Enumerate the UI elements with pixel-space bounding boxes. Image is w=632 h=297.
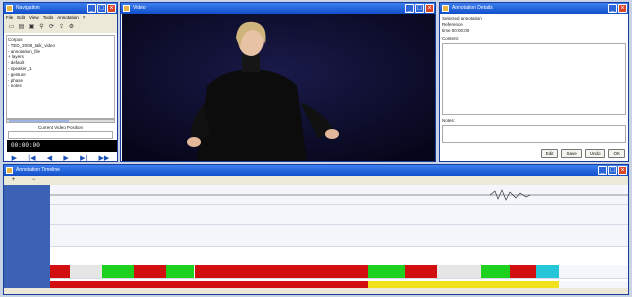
video-titlebar[interactable]: Video _ □ × xyxy=(121,3,435,14)
annotation-segment[interactable] xyxy=(509,265,536,278)
zoom-in-icon[interactable]: + xyxy=(10,177,17,184)
field-value[interactable] xyxy=(8,131,113,139)
annotation-segment[interactable] xyxy=(70,265,102,278)
new-icon[interactable]: ▭ xyxy=(8,24,15,31)
edit-button[interactable]: Edit xyxy=(540,149,559,158)
app-icon xyxy=(6,167,13,174)
step-back-icon[interactable]: ◀ xyxy=(47,154,52,161)
details-titlebar[interactable]: Annotation Details _ × xyxy=(440,3,628,14)
save-button[interactable]: Save xyxy=(561,149,582,158)
video-title: Video xyxy=(133,5,146,11)
app-icon xyxy=(123,5,130,12)
app-icon xyxy=(442,5,449,12)
empty-row[interactable] xyxy=(50,225,628,247)
timeline-window: Annotation Timeline _ □ × + − xyxy=(3,164,629,295)
empty-row[interactable] xyxy=(50,205,628,225)
annotation-segment[interactable] xyxy=(194,265,368,278)
speaker-figure xyxy=(122,14,435,161)
annotation-segment[interactable] xyxy=(480,265,510,278)
annotation-segment[interactable] xyxy=(535,265,559,278)
next-icon[interactable]: ▶| xyxy=(80,154,87,161)
row-label xyxy=(4,205,50,225)
play-icon[interactable]: ▶ xyxy=(12,154,17,161)
row-label xyxy=(4,225,50,247)
ok-button[interactable]: OK xyxy=(608,149,625,158)
minimize-button[interactable]: _ xyxy=(405,4,414,13)
annotation-segment[interactable] xyxy=(102,265,134,278)
annotation-track-1[interactable] xyxy=(50,265,628,279)
menubar: File Edit View Tools Annotation ? xyxy=(4,14,117,22)
menu-item[interactable]: View xyxy=(29,14,39,22)
step-forward-icon[interactable]: ▶ xyxy=(63,154,68,161)
scrollbar-thumb[interactable] xyxy=(9,120,69,122)
menu-item[interactable]: Annotation xyxy=(57,14,79,22)
timecode: 00:00:00 xyxy=(11,142,40,149)
maximize-button[interactable]: □ xyxy=(97,4,106,13)
search-icon[interactable]: ⚲ xyxy=(38,24,45,31)
undo-button[interactable]: Undo xyxy=(584,149,606,158)
timeline-statusbar xyxy=(4,288,628,294)
annotation-segment[interactable] xyxy=(437,265,481,278)
notes-label: Notes: xyxy=(442,118,456,123)
notes-textarea[interactable] xyxy=(442,125,626,143)
annotation-segment[interactable] xyxy=(50,281,368,288)
button-row: Edit Save Undo OK xyxy=(540,149,625,158)
timeline-titlebar[interactable]: Annotation Timeline _ □ × xyxy=(4,165,628,176)
content-label: Content: xyxy=(442,36,460,41)
app-icon xyxy=(6,5,13,12)
video-frame[interactable] xyxy=(122,14,435,161)
transport-controls: ▶ |◀ ◀ ▶ ▶| ▶▶ xyxy=(6,153,115,161)
row-label xyxy=(4,185,50,205)
menu-item[interactable]: Edit xyxy=(17,14,25,22)
close-button[interactable]: × xyxy=(618,166,627,175)
timeline-toolbar: + − xyxy=(4,176,628,185)
prev-icon[interactable]: |◀ xyxy=(28,154,35,161)
timeline-title: Annotation Timeline xyxy=(16,167,60,173)
maximize-button[interactable]: □ xyxy=(608,166,617,175)
refresh-icon[interactable]: ⟳ xyxy=(48,24,55,31)
minimize-button[interactable]: _ xyxy=(608,4,617,13)
annotation-segment[interactable] xyxy=(133,265,166,278)
minimize-button[interactable]: _ xyxy=(87,4,96,13)
tree-item[interactable]: - notes xyxy=(8,83,113,89)
upload-icon[interactable]: ⇪ xyxy=(58,24,65,31)
navigation-titlebar[interactable]: Navigation _ □ × xyxy=(4,3,117,14)
details-title: Annotation Details xyxy=(452,5,493,11)
navigation-window: Navigation _ □ × File Edit View Tools An… xyxy=(3,2,118,162)
settings-icon[interactable]: ⚙ xyxy=(68,24,75,31)
timecode-display: 00:00:00 xyxy=(7,140,117,152)
menu-item[interactable]: Tools xyxy=(43,14,54,22)
close-button[interactable]: × xyxy=(425,4,434,13)
timeline-tracks xyxy=(4,185,628,292)
maximize-button[interactable]: □ xyxy=(415,4,424,13)
end-icon[interactable]: ▶▶ xyxy=(99,154,110,161)
annotation-segment[interactable] xyxy=(405,265,438,278)
annotation-segment[interactable] xyxy=(165,265,195,278)
details-header: Selected annotation Reference time 00:00… xyxy=(442,16,626,34)
close-button[interactable]: × xyxy=(107,4,116,13)
content-textarea[interactable] xyxy=(442,43,626,115)
tree-scrollbar[interactable] xyxy=(6,119,115,123)
details-window: Annotation Details _ × Selected annotati… xyxy=(439,2,629,162)
corpus-tree[interactable]: Corpus - TED_2008_talk_video - annotatio… xyxy=(6,35,115,119)
annotation-segment[interactable] xyxy=(367,265,406,278)
navigation-title: Navigation xyxy=(16,5,40,11)
details-line: time 00:00:00 xyxy=(442,28,470,33)
menu-item[interactable]: ? xyxy=(83,14,86,22)
open-icon[interactable]: ▤ xyxy=(18,24,25,31)
waveform xyxy=(50,189,628,201)
annotation-segment[interactable] xyxy=(50,265,71,278)
save-icon[interactable]: ▣ xyxy=(28,24,35,31)
waveform-row[interactable] xyxy=(50,185,628,205)
row-label xyxy=(4,247,50,292)
minimize-button[interactable]: _ xyxy=(598,166,607,175)
annotation-segment[interactable] xyxy=(367,281,559,288)
video-window: Video _ □ × xyxy=(120,2,436,162)
menu-item[interactable]: File xyxy=(6,14,13,22)
toolbar: ▭ ▤ ▣ ⚲ ⟳ ⇪ ⚙ xyxy=(4,22,117,33)
close-button[interactable]: × xyxy=(618,4,627,13)
zoom-out-icon[interactable]: − xyxy=(30,177,37,184)
